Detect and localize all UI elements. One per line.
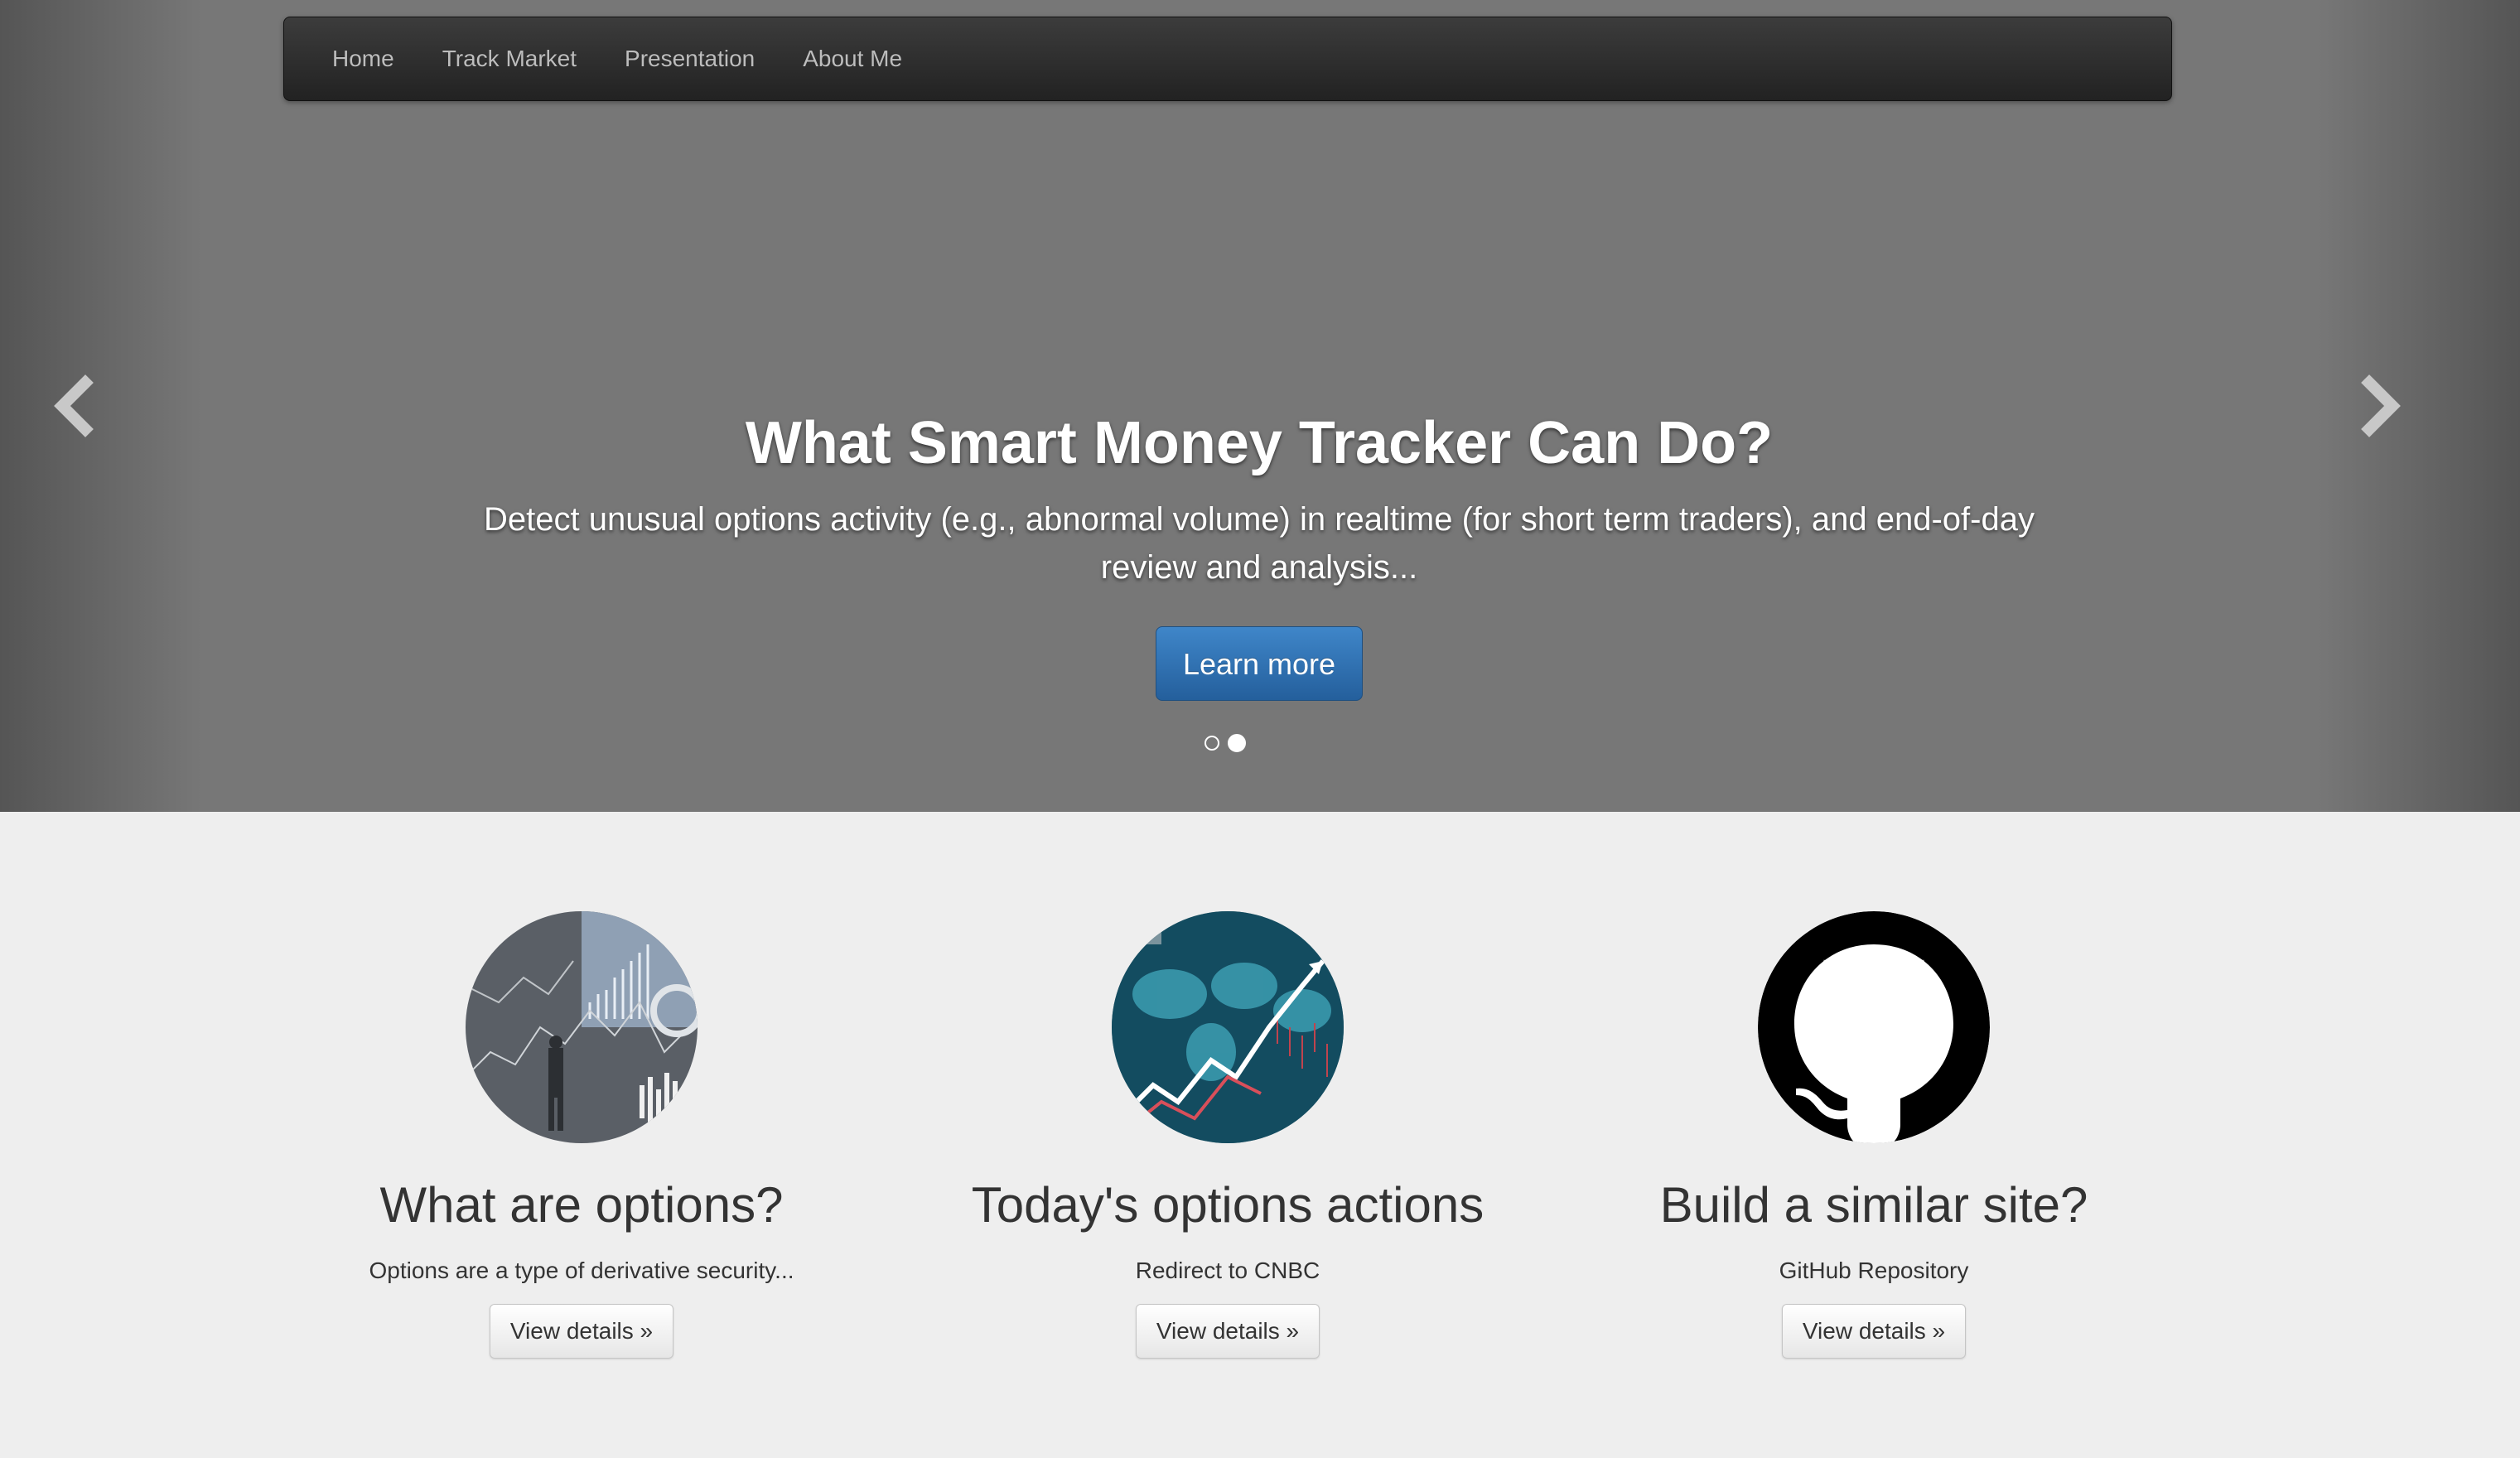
top-navbar: Home Track Market Presentation About Me: [283, 17, 2172, 101]
carousel-indicator-1[interactable]: [1204, 736, 1219, 751]
marketing-features: What are options? Options are a type of …: [0, 812, 2520, 1458]
chevron-left-icon: [54, 374, 94, 437]
finance-chart-image: [466, 911, 698, 1143]
nav-item-about-me[interactable]: About Me: [779, 46, 926, 72]
nav-item-home[interactable]: Home: [332, 46, 418, 72]
nav-item-track-market[interactable]: Track Market: [418, 46, 601, 72]
carousel-caption: What Smart Money Tracker Can Do? Detect …: [414, 398, 2104, 701]
view-details-button[interactable]: View details »: [1135, 1304, 1320, 1359]
chevron-right-icon: [2361, 374, 2401, 437]
feature-options: What are options? Options are a type of …: [258, 911, 905, 1359]
feature-title: Build a similar site?: [1659, 1177, 2088, 1233]
feature-text: Options are a type of derivative securit…: [369, 1258, 794, 1283]
hero-carousel: Home Track Market Presentation About Me …: [0, 0, 2520, 812]
stock-market-image: [1112, 911, 1344, 1143]
hero-title: What Smart Money Tracker Can Do?: [745, 410, 1774, 476]
carousel-prev-button[interactable]: [46, 374, 104, 437]
carousel-indicators: [1204, 734, 1246, 752]
feature-title: Today's options actions: [971, 1177, 1484, 1233]
feature-text: Redirect to CNBC: [1135, 1258, 1320, 1283]
hero-description: Detect unusual options activity (e.g., a…: [484, 501, 2035, 586]
learn-more-button[interactable]: Learn more: [1155, 626, 1364, 701]
feature-title: What are options?: [379, 1177, 784, 1233]
nav-list: Home Track Market Presentation About Me: [284, 17, 2171, 100]
nav-item-presentation[interactable]: Presentation: [601, 46, 779, 72]
carousel-indicator-2[interactable]: [1228, 734, 1246, 752]
feature-options-actions: Today's options actions Redirect to CNBC…: [905, 911, 1551, 1359]
view-details-button[interactable]: View details »: [1781, 1304, 1967, 1359]
view-details-button[interactable]: View details »: [489, 1304, 674, 1359]
feature-github: Build a similar site? GitHub Repository …: [1551, 911, 2197, 1359]
github-icon: [1758, 911, 1990, 1143]
feature-text: GitHub Repository: [1779, 1258, 1969, 1283]
carousel-next-button[interactable]: [2351, 374, 2409, 437]
